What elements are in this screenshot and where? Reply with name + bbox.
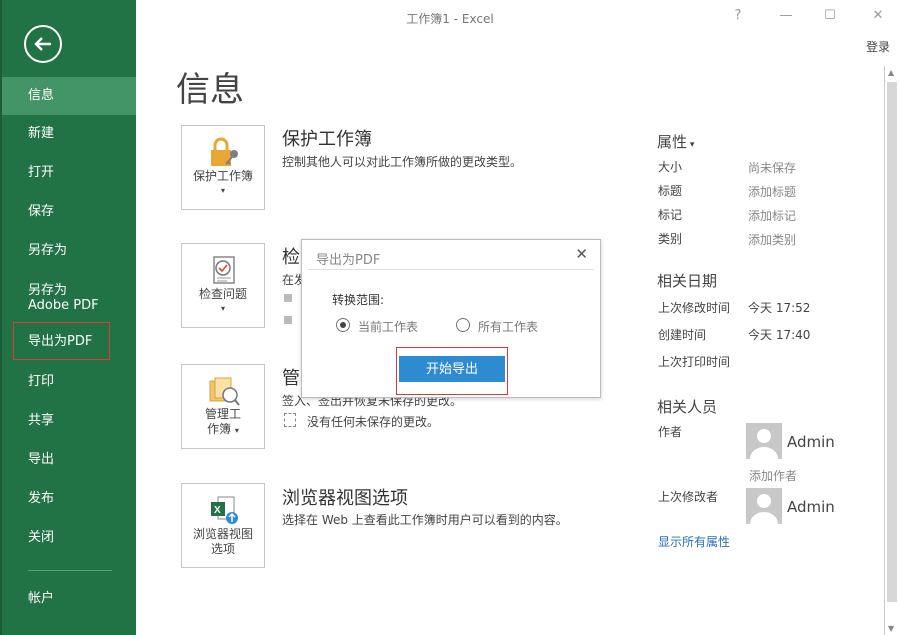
browser-view-button-label-2: 选项 [210, 542, 235, 556]
last-modified-by-label: 上次修改者 [658, 490, 719, 504]
nav-publish[interactable]: 发布 [2, 480, 136, 518]
manage-versions-icon [208, 375, 240, 407]
section-title-browser-view: 浏览器视图选项 [282, 488, 408, 509]
protect-workbook-button-label: 保护工作簿 [192, 169, 253, 183]
prop-value-size: 尚未保存 [748, 161, 797, 175]
section-desc-browser-view: 选择在 Web 上查看此工作簿时用户可以看到的内容。 [282, 513, 568, 527]
nav-divider [28, 570, 112, 571]
prop-value-tags[interactable]: 添加标记 [748, 207, 796, 224]
author-name: Admin [787, 433, 835, 451]
radio-current-sheet-label[interactable]: 当前工作表 [358, 318, 418, 335]
add-author-link[interactable]: 添加作者 [749, 467, 797, 484]
nav-save-as-adobe-pdf[interactable]: 另存为 Adobe PDF [2, 278, 112, 324]
scroll-thumb[interactable] [887, 82, 897, 602]
chevron-down-icon: ▾ [220, 304, 225, 313]
author-label: 作者 [658, 425, 683, 439]
nav-export[interactable]: 导出 [2, 441, 136, 479]
range-label: 转换范围: [332, 293, 385, 307]
date-label-created: 创建时间 [658, 328, 707, 342]
manage-workbook-button[interactable]: 管理工 作簿 ▾ [181, 364, 265, 449]
manage-workbook-button-label-2: 作簿 ▾ [207, 422, 239, 436]
nav-account[interactable]: 帐户 [2, 580, 136, 618]
date-value-modified: 今天 17:52 [748, 301, 811, 315]
chevron-down-icon: ▾ [220, 186, 225, 195]
scroll-down-icon[interactable]: ▼ [888, 624, 894, 633]
avatar [746, 423, 782, 459]
excel-web-icon: X [208, 494, 240, 526]
nav-export-pdf[interactable]: 导出为PDF [13, 322, 110, 360]
radio-all-sheets[interactable] [456, 318, 470, 332]
svg-text:X: X [214, 505, 221, 516]
section-title-inspect: 检 [282, 247, 300, 268]
browser-view-button-label-1: 浏览器视图 [192, 527, 253, 541]
chevron-down-icon: ▾ [687, 140, 695, 150]
nav-open[interactable]: 打开 [2, 154, 136, 192]
check-issues-button-label: 检查问题 [198, 287, 247, 301]
related-dates-heading: 相关日期 [657, 272, 718, 290]
manage-workbook-button-label-1: 管理工 [204, 407, 241, 421]
prop-label-size: 大小 [658, 160, 683, 174]
scroll-up-icon[interactable]: ▲ [888, 68, 894, 77]
no-unsaved-changes: 没有任何未保存的更改。 [307, 415, 440, 429]
browser-view-options-button[interactable]: X 浏览器视图 选项 [181, 483, 265, 568]
restore-icon[interactable]: ☐ [820, 6, 840, 26]
dialog-close-icon[interactable]: ✕ [575, 245, 588, 263]
bullet-icon [284, 316, 292, 324]
prop-label-tags: 标记 [658, 208, 683, 222]
chevron-down-icon: ▾ [234, 426, 239, 435]
protect-workbook-button[interactable]: 保护工作簿 ▾ [181, 125, 265, 210]
dialog-title: 导出为PDF [316, 253, 381, 268]
login-link[interactable]: 登录 [866, 38, 890, 55]
nav-share[interactable]: 共享 [2, 402, 136, 440]
nav-new[interactable]: 新建 [2, 115, 136, 153]
unsaved-doc-icon [284, 413, 296, 427]
close-window-icon[interactable]: ✕ [868, 6, 888, 26]
radio-current-sheet[interactable] [336, 318, 350, 332]
nav-info[interactable]: 信息 [2, 77, 136, 115]
minimize-icon[interactable]: — [776, 6, 796, 26]
window-title: 工作簿1 - Excel [406, 12, 494, 26]
backstage-sidebar: 信息 新建 打开 保存 另存为 另存为 Adobe PDF 导出为PDF 打印 … [0, 0, 136, 635]
bullet-icon [284, 294, 292, 302]
nav-print[interactable]: 打印 [2, 363, 136, 401]
page-title: 信息 [176, 70, 244, 110]
properties-heading[interactable]: 属性 ▾ [657, 131, 694, 152]
section-title-protect: 保护工作簿 [282, 129, 372, 150]
nav-close[interactable]: 关闭 [2, 519, 136, 557]
nav-save[interactable]: 保存 [2, 193, 136, 231]
nav-save-as[interactable]: 另存为 [2, 232, 136, 270]
section-desc-protect: 控制其他人可以对此工作簿所做的更改类型。 [282, 155, 523, 169]
section-title-manage: 管 [282, 368, 300, 389]
prop-label-title: 标题 [658, 184, 683, 198]
vertical-scrollbar[interactable]: ▲ ▼ [884, 66, 899, 635]
check-issues-button[interactable]: 检查问题 ▾ [181, 243, 265, 328]
avatar [746, 488, 782, 524]
related-people-heading: 相关人员 [657, 398, 718, 416]
show-all-properties-link[interactable]: 显示所有属性 [658, 533, 730, 550]
back-arrow-icon[interactable] [24, 25, 62, 63]
date-label-modified: 上次修改时间 [658, 301, 731, 315]
prop-label-category: 类别 [658, 232, 683, 246]
help-icon[interactable]: ? [728, 6, 748, 26]
last-modified-by-name: Admin [787, 498, 835, 516]
export-pdf-dialog: 导出为PDF ✕ 转换范围: 当前工作表 所有工作表 开始导出 [301, 239, 601, 398]
start-export-highlight: 开始导出 [396, 347, 508, 395]
start-export-button[interactable]: 开始导出 [399, 356, 505, 382]
date-label-printed: 上次打印时间 [658, 355, 731, 369]
prop-value-category[interactable]: 添加类别 [748, 231, 796, 248]
lock-key-icon [208, 136, 240, 168]
radio-all-sheets-label[interactable]: 所有工作表 [478, 318, 538, 335]
inspect-document-icon [208, 254, 240, 286]
prop-value-title[interactable]: 添加标题 [748, 183, 796, 200]
dialog-divider [308, 269, 594, 270]
date-value-created: 今天 17:40 [748, 328, 811, 342]
